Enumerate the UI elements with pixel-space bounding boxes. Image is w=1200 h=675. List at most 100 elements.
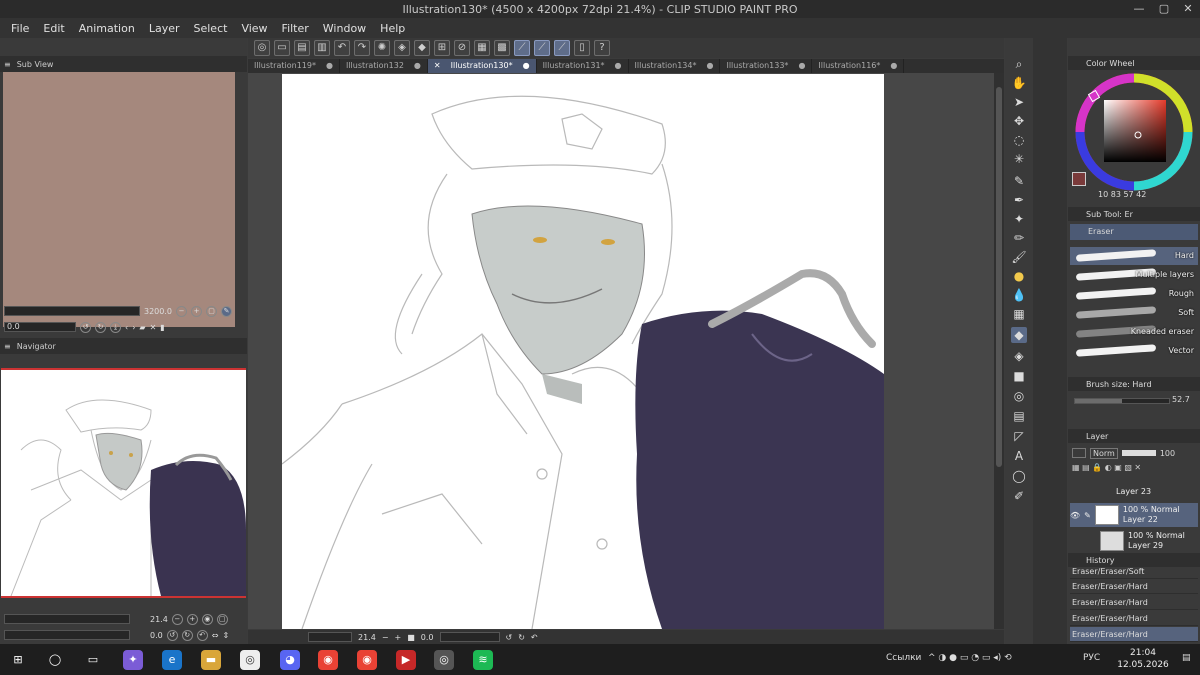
close-tab-icon[interactable]: ● <box>615 59 622 73</box>
smartphone-icon[interactable]: ▯ <box>574 40 590 56</box>
tab-illustration119[interactable]: Illustration119* ● <box>248 59 340 73</box>
lasso-tool-icon[interactable]: ◌ <box>1011 132 1027 148</box>
blend-tool-icon[interactable]: 💧 <box>1011 287 1027 303</box>
actual-size-icon[interactable]: ◉ <box>201 613 213 625</box>
history-item[interactable]: Eraser/Eraser/Hard <box>1070 627 1198 642</box>
gradient-tool-icon[interactable]: ■ <box>1011 368 1027 384</box>
copilot-icon[interactable]: ✦ <box>123 650 143 670</box>
decoration-tool-icon[interactable]: ▦ <box>1011 306 1027 322</box>
reset-rotation-icon[interactable]: ↶ <box>196 629 208 641</box>
minimize-button[interactable]: — <box>1131 2 1147 15</box>
zoom-tool-icon[interactable]: ⌕ <box>1011 56 1027 72</box>
main-color-swatch[interactable] <box>1072 172 1086 186</box>
fill-icon[interactable]: ◆ <box>414 40 430 56</box>
flip-vertical-icon[interactable]: ⇕ <box>222 631 229 640</box>
canvas-area[interactable] <box>248 73 994 629</box>
history-item[interactable]: Eraser/Eraser/Hard <box>1070 611 1198 626</box>
menu-view[interactable]: View <box>234 22 274 35</box>
close-tab-icon[interactable]: ● <box>523 59 530 73</box>
menu-help[interactable]: Help <box>373 22 412 35</box>
subview-color-area[interactable] <box>3 72 235 327</box>
ruler-tool-icon[interactable]: ◸ <box>1011 428 1027 444</box>
airbrush-tool-icon[interactable]: ● <box>1011 268 1027 284</box>
brush-kneaded-eraser[interactable]: Kneaded eraser <box>1070 323 1198 341</box>
clip-studio-icon[interactable]: ◎ <box>254 40 270 56</box>
layer-color-icon[interactable] <box>1072 448 1086 458</box>
history-item[interactable]: Eraser/Eraser/Soft <box>1070 564 1198 579</box>
navigator-preview[interactable] <box>1 368 246 598</box>
folder-icon[interactable]: ▰ <box>139 323 145 332</box>
snap-special-ruler-icon[interactable]: ⟋ <box>534 40 550 56</box>
close-tab-icon[interactable]: ● <box>798 59 805 73</box>
sparkle-tool-icon[interactable]: ✦ <box>1011 211 1027 227</box>
subview-rotate-slider[interactable]: 0.0 <box>4 322 76 332</box>
subview-zoom-slider[interactable] <box>4 306 140 316</box>
layer-row-23[interactable]: Layer 23 <box>1070 483 1198 499</box>
grid-icon[interactable]: ▩ <box>494 40 510 56</box>
transform-icon[interactable]: ◈ <box>394 40 410 56</box>
close-tab-icon[interactable]: ● <box>890 59 897 73</box>
close-tab-icon[interactable]: ✕ <box>434 59 441 73</box>
clip-studio-paint-icon[interactable]: ◎ <box>434 650 454 670</box>
links-toolbar-label[interactable]: Ссылки <box>886 653 921 663</box>
spotify-icon[interactable]: ≋ <box>473 650 493 670</box>
brush-multiple-layers[interactable]: Multiple layers <box>1070 266 1198 284</box>
status-rotation-slider[interactable] <box>439 632 500 642</box>
magic-wand-tool-icon[interactable]: ✳ <box>1011 151 1027 167</box>
fit-icon[interactable]: ■ <box>407 633 415 642</box>
tab-illustration133[interactable]: Illustration133* ● <box>720 59 813 73</box>
subtool-group[interactable]: Eraser <box>1070 224 1198 240</box>
chrome-profile-icon[interactable]: ◉ <box>357 650 377 670</box>
close-tab-icon[interactable]: ● <box>326 59 333 73</box>
snap-icon[interactable]: ▦ <box>474 40 490 56</box>
navigator-zoom-slider[interactable] <box>4 614 130 624</box>
zoom-in-icon[interactable]: + <box>395 633 402 642</box>
windows-start-icon[interactable]: ⊞ <box>8 650 28 670</box>
loading-icon[interactable]: ✺ <box>374 40 390 56</box>
rotate-left-icon[interactable]: ↺ <box>80 321 91 333</box>
reset-icon[interactable]: ↶ <box>531 633 538 642</box>
snap-grid-icon[interactable]: ⟋ <box>554 40 570 56</box>
tab-illustration130[interactable]: ✕ Illustration130* ● <box>427 59 537 73</box>
snap-ruler-icon[interactable]: ⟋ <box>514 40 530 56</box>
hand-tool-icon[interactable]: ✋ <box>1011 75 1027 91</box>
brush-soft[interactable]: Soft <box>1070 304 1198 322</box>
correct-line-tool-icon[interactable]: ✐ <box>1011 488 1027 504</box>
operation-tool-icon[interactable]: ➤ <box>1011 94 1027 110</box>
flip-icon[interactable]: ⇔ <box>212 631 219 640</box>
pencil-tool-icon[interactable]: ✏ <box>1011 230 1027 246</box>
drawing-canvas[interactable] <box>282 74 884 629</box>
tray-icons[interactable]: ^ ◑ ● ▭ ◔ ▭ ◂) ⟲ <box>928 653 1012 663</box>
panel-menu-icon[interactable]: ≡ <box>4 60 11 69</box>
rotate-right-icon[interactable]: ↻ <box>518 633 525 642</box>
notifications-icon[interactable]: ▤ <box>1182 653 1191 663</box>
chrome-icon[interactable]: ◉ <box>318 650 338 670</box>
zoom-in-icon[interactable]: + <box>191 305 202 317</box>
menu-file[interactable]: File <box>4 22 36 35</box>
rotate-left-icon[interactable]: ↺ <box>506 633 513 642</box>
history-item[interactable]: Eraser/Eraser/Hard <box>1070 595 1198 610</box>
save-icon[interactable]: ▥ <box>314 40 330 56</box>
rotate-right-icon[interactable]: ↻ <box>181 629 193 641</box>
ruler-off-icon[interactable]: ⊘ <box>454 40 470 56</box>
rotate-left-icon[interactable]: ↺ <box>166 629 178 641</box>
move-layer-tool-icon[interactable]: ✥ <box>1011 113 1027 129</box>
tab-illustration132[interactable]: Illustration132 ● <box>340 59 428 73</box>
menu-window[interactable]: Window <box>316 22 373 35</box>
help-icon[interactable]: ? <box>594 40 610 56</box>
brush-tool-icon[interactable]: 🖌 <box>1011 249 1027 265</box>
history-item[interactable]: Eraser/Eraser/Hard <box>1070 579 1198 594</box>
next-icon[interactable]: › <box>132 323 135 332</box>
navigator-rotate-slider[interactable] <box>4 630 130 640</box>
clear-icon[interactable]: ✕ <box>150 323 157 332</box>
canvas-vertical-scrollbar[interactable] <box>994 73 1004 629</box>
app-icon[interactable]: ▶ <box>396 650 416 670</box>
zoom-out-icon[interactable]: − <box>176 305 187 317</box>
prev-icon[interactable]: ‹ <box>125 323 128 332</box>
menu-layer[interactable]: Layer <box>142 22 187 35</box>
file-explorer-icon[interactable]: ▬ <box>201 650 221 670</box>
brush-hard[interactable]: Hard <box>1070 247 1198 265</box>
pen-tool-icon[interactable]: ✒ <box>1011 192 1027 208</box>
open-file-icon[interactable]: ▤ <box>294 40 310 56</box>
new-file-icon[interactable]: ▭ <box>274 40 290 56</box>
